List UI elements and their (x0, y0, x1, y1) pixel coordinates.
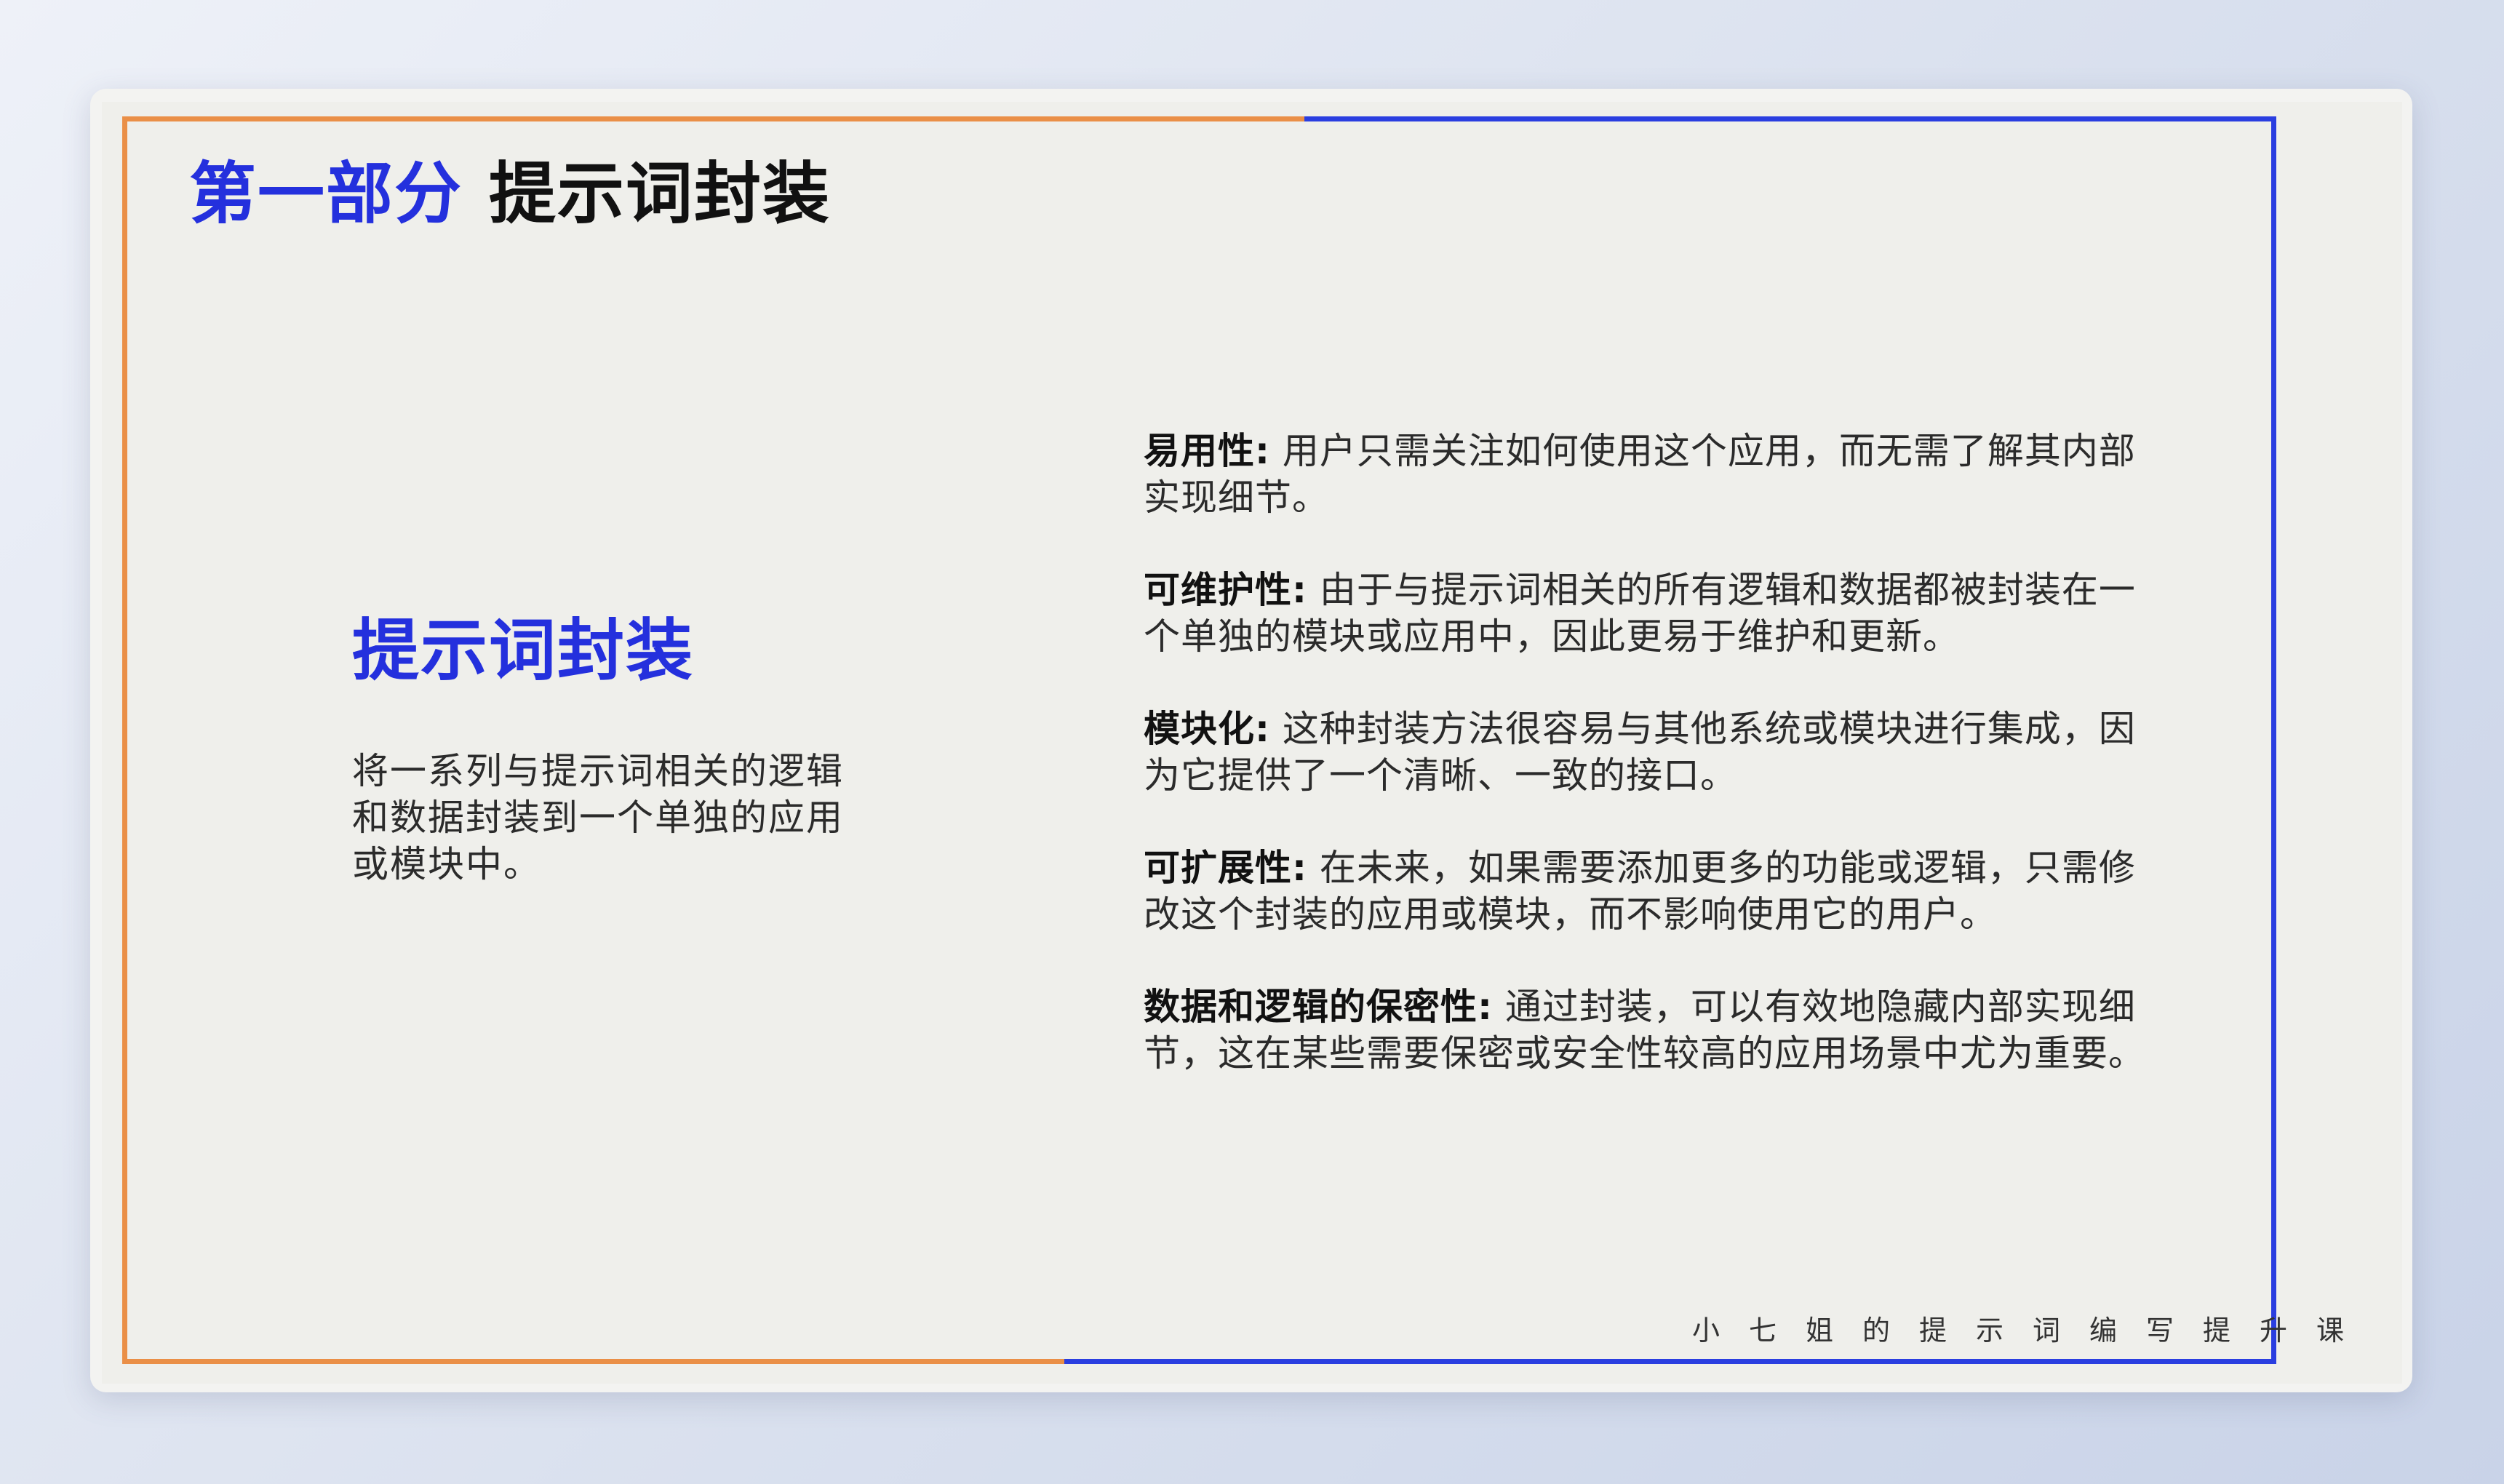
slide: 第一部分 提示词封装 提示词封装 将一系列与提示词相关的逻辑和数据封装到一个单独的… (102, 102, 2402, 1384)
benefit-text: 用户只需关注如何使用这个应用，而无需了解其内部实现细节。 (1144, 430, 2136, 519)
benefit-list: 易用性: 用户只需关注如何使用这个应用，而无需了解其内部实现细节。 可维护性: … (1144, 428, 2169, 1122)
benefit-item-maintainability: 可维护性: 由于与提示词相关的所有逻辑和数据都被封装在一个单独的模块或应用中，因… (1144, 567, 2169, 660)
benefit-term: 数据和逻辑的保密性: (1144, 986, 1493, 1028)
benefit-term: 易用性: (1144, 430, 1270, 472)
page-title-text: 提示词封装 (489, 155, 832, 233)
frame-top-blue-border (1304, 116, 2276, 121)
section-description: 将一系列与提示词相关的逻辑和数据封装到一个单独的应用或模块中。 (352, 750, 844, 885)
benefit-text: 这种封装方法很容易与其他系统或模块进行集成，因为它提供了一个清晰、一致的接口。 (1144, 708, 2136, 797)
benefit-item-confidentiality: 数据和逻辑的保密性: 通过封装，可以有效地隐藏内部实现细节，这在某些需要保密或安… (1144, 984, 2169, 1077)
frame-left-border (122, 116, 127, 1364)
benefit-term: 模块化: (1144, 708, 1270, 750)
frame-top-orange-border (122, 116, 1304, 121)
frame-bottom-blue-border (1064, 1359, 2276, 1364)
page-title: 第一部分 提示词封装 (189, 154, 831, 234)
benefit-item-extensibility: 可扩展性: 在未来，如果需要添加更多的功能或逻辑，只需修改这个封装的应用或模块，… (1144, 845, 2169, 938)
benefit-item-usability: 易用性: 用户只需关注如何使用这个应用，而无需了解其内部实现细节。 (1144, 428, 2169, 521)
footer-brand: 小七姐的提示词编写提升课 (1691, 1315, 2373, 1347)
frame-bottom-orange-border (122, 1359, 1064, 1364)
benefit-term: 可扩展性: (1144, 847, 1307, 889)
frame-right-border (2271, 116, 2276, 1364)
benefit-item-modularity: 模块化: 这种封装方法很容易与其他系统或模块进行集成，因为它提供了一个清晰、一致… (1144, 706, 2169, 799)
benefit-term: 可维护性: (1144, 569, 1307, 611)
page-title-part-label: 第一部分 (189, 155, 463, 233)
section-heading: 提示词封装 (352, 612, 695, 690)
